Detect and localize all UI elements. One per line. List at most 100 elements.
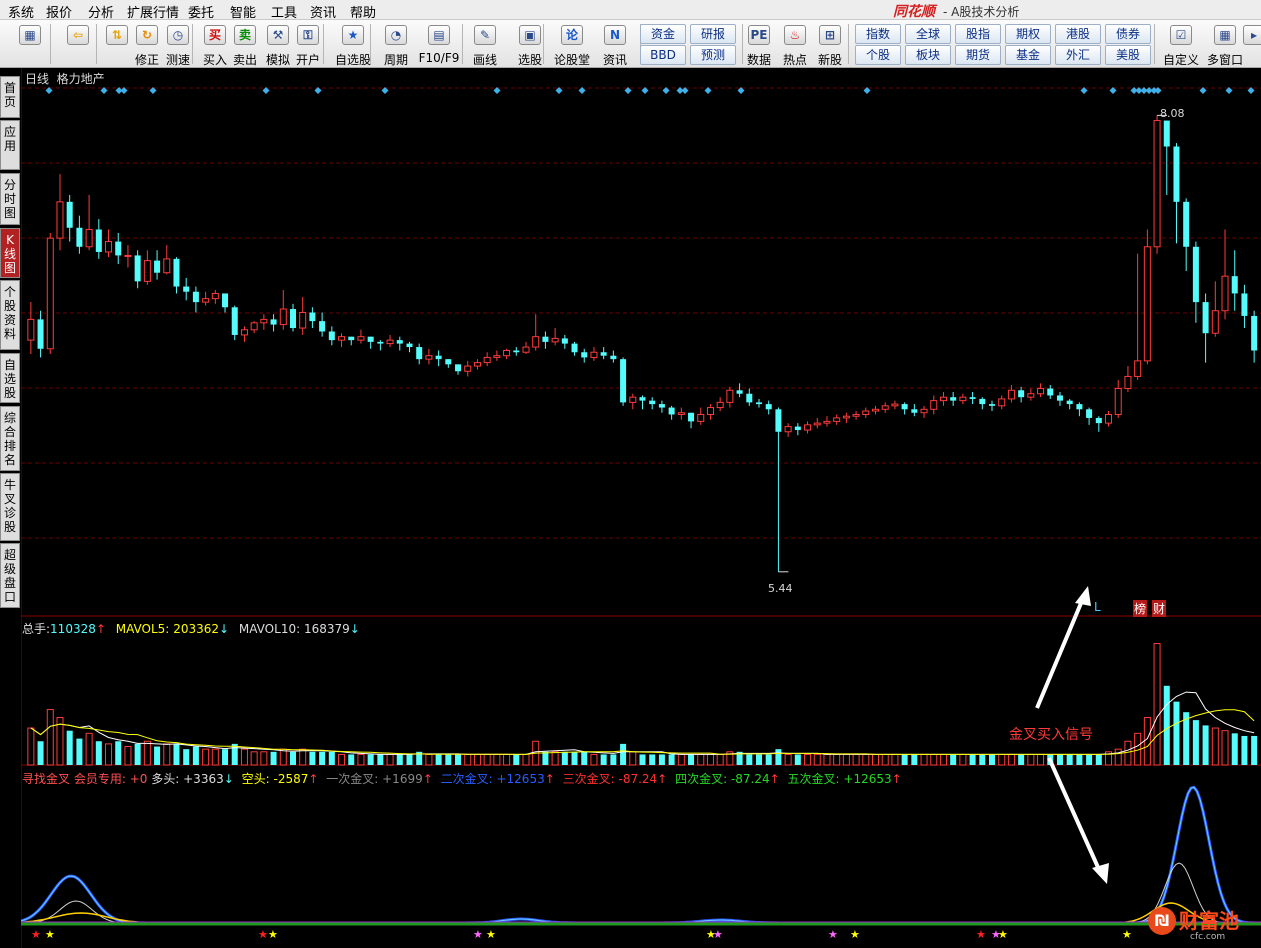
toolbar-separator bbox=[848, 24, 849, 64]
toolbar-button[interactable]: ▤ F10/F9 bbox=[418, 22, 460, 66]
up-arrow-icon: ↑ bbox=[544, 772, 555, 786]
market-button[interactable]: 期权 bbox=[1005, 24, 1051, 44]
candle-body bbox=[871, 408, 880, 412]
toolbar-button[interactable]: ▣ 选股 bbox=[510, 22, 550, 67]
side-tab[interactable]: 个股资料 bbox=[0, 280, 20, 350]
up-arrow-icon: ↑ bbox=[422, 772, 433, 786]
toolbar-button[interactable]: 买买入 bbox=[201, 22, 229, 67]
side-tab[interactable]: 自选股 bbox=[0, 353, 20, 403]
volume-bar bbox=[1231, 733, 1238, 765]
menu-item[interactable]: 智能 bbox=[230, 2, 256, 21]
candle-body bbox=[328, 331, 335, 341]
bang-marker[interactable]: 榜 bbox=[1133, 600, 1148, 617]
toolbar-button[interactable]: ⇦ bbox=[58, 22, 98, 66]
side-tab[interactable]: 首页 bbox=[0, 76, 20, 118]
toolbar-button[interactable]: ★ 自选股 bbox=[331, 22, 375, 67]
l-marker[interactable]: L bbox=[1094, 600, 1101, 614]
volume-bar bbox=[211, 748, 219, 766]
ma-button[interactable]: 均线 bbox=[1222, 70, 1246, 87]
watermark-text: 财富池 bbox=[1179, 909, 1239, 933]
volume-bar bbox=[46, 709, 54, 766]
menu-item[interactable]: 分析 bbox=[88, 2, 114, 21]
member-val: +0 bbox=[129, 772, 148, 786]
toolbar-button[interactable]: ▦ bbox=[12, 22, 48, 66]
candle-body bbox=[425, 355, 433, 360]
exrights-button[interactable]: 除 bbox=[1252, 70, 1261, 87]
toolbar-button[interactable]: ✎ 画线 bbox=[467, 22, 503, 67]
add-watchlist-button[interactable]: 加自选 bbox=[1180, 70, 1216, 87]
toolbar-button[interactable]: ⚿ 开户 bbox=[294, 22, 322, 67]
toolbar-button[interactable]: 卖卖出 bbox=[231, 22, 259, 67]
up-down-arrows-icon: ⇅ bbox=[106, 25, 128, 45]
volume-bar bbox=[231, 743, 238, 765]
menu-item[interactable]: 报价 bbox=[46, 2, 72, 21]
side-tab[interactable]: 分时图 bbox=[0, 173, 20, 225]
menu-item[interactable]: 系统 bbox=[8, 2, 34, 21]
volume-bar bbox=[1124, 740, 1132, 766]
candle-body bbox=[289, 309, 296, 329]
cai-marker[interactable]: 财 bbox=[1152, 600, 1167, 617]
volume-bar bbox=[1018, 754, 1025, 765]
toolbar-icon: 卖 bbox=[234, 25, 256, 45]
mavol10: 168379 bbox=[303, 622, 350, 636]
market-button[interactable]: 全球 bbox=[905, 24, 951, 44]
candle-body bbox=[668, 407, 675, 415]
market-button[interactable]: 板块 bbox=[905, 45, 951, 65]
volume-bar bbox=[483, 753, 491, 766]
side-tab[interactable]: K线图 bbox=[0, 228, 20, 278]
candle-body bbox=[1095, 417, 1102, 424]
volume-bar bbox=[37, 741, 44, 765]
side-tab[interactable]: 综合排名 bbox=[0, 406, 20, 471]
market-button[interactable]: 债券 bbox=[1105, 24, 1151, 44]
toolbar-button[interactable]: ▸ bbox=[1243, 22, 1261, 66]
toolbar-button[interactable]: N 资讯 bbox=[598, 22, 632, 67]
toolbar-button[interactable]: ⇅ bbox=[103, 22, 131, 66]
menu-item[interactable]: 工具 bbox=[271, 2, 297, 21]
market-button[interactable]: 期货 bbox=[955, 45, 1001, 65]
market-button[interactable]: 股指 bbox=[955, 24, 1001, 44]
market-button[interactable]: 个股 bbox=[855, 45, 901, 65]
candle-body bbox=[911, 409, 918, 413]
side-tab[interactable]: 应用 bbox=[0, 120, 20, 170]
toolbar-button[interactable]: ↻ 修正 bbox=[133, 22, 161, 67]
side-tab[interactable]: 牛叉诊股 bbox=[0, 473, 20, 541]
toolbar-button[interactable]: ⊞ 新股 bbox=[815, 22, 845, 67]
toolbar-data-button[interactable]: 研报 bbox=[690, 24, 736, 44]
candle-body bbox=[503, 350, 511, 357]
toolbar-button[interactable]: ☑ 自定义 bbox=[1160, 22, 1202, 67]
candle-body bbox=[746, 393, 753, 403]
toolbar-button[interactable]: ◔ 周期 bbox=[378, 22, 414, 67]
candle-body bbox=[833, 417, 841, 422]
toolbar-button[interactable]: ⚒ 模拟 bbox=[263, 22, 293, 67]
volume-bar bbox=[1173, 701, 1180, 765]
market-button[interactable]: 美股 bbox=[1105, 45, 1151, 65]
toolbar-button[interactable]: ▦ 多窗口 bbox=[1204, 22, 1246, 67]
menu-item[interactable]: 资讯 bbox=[310, 2, 336, 21]
toolbar-label: 卖出 bbox=[232, 53, 257, 67]
menu-item[interactable]: 扩展行情 bbox=[127, 2, 179, 21]
toolbar-button[interactable]: 论论股堂 bbox=[553, 22, 591, 67]
menu-item[interactable]: 委托 bbox=[188, 2, 214, 21]
menu-item[interactable]: 帮助 bbox=[350, 2, 376, 21]
toolbar-data-button[interactable]: 预测 bbox=[690, 45, 736, 65]
candle-body bbox=[134, 255, 141, 282]
toolbar-data-button[interactable]: 资金 bbox=[640, 24, 686, 44]
c3-label: 三次金叉: bbox=[562, 772, 615, 786]
side-tab[interactable]: 超级盘口 bbox=[0, 543, 20, 608]
toolbar-button[interactable]: PE 数据 bbox=[745, 22, 773, 67]
volume-bar bbox=[716, 753, 724, 766]
toolbar-button[interactable]: ◷ 测速 bbox=[163, 22, 193, 67]
market-button[interactable]: 指数 bbox=[855, 24, 901, 44]
candle-body bbox=[143, 260, 151, 282]
market-button[interactable]: 外汇 bbox=[1055, 45, 1101, 65]
toolbar-button[interactable]: ♨ 热点 bbox=[781, 22, 809, 67]
volume-bar bbox=[1163, 685, 1170, 765]
toolbar-data-button[interactable]: BBD bbox=[640, 45, 686, 65]
volume-bar bbox=[192, 746, 199, 765]
volume-bar bbox=[154, 746, 161, 765]
app-title: - A股技术分析 bbox=[943, 5, 1020, 19]
ipo-icon: ⊞ bbox=[819, 25, 841, 45]
market-button[interactable]: 基金 bbox=[1005, 45, 1051, 65]
chart-area[interactable]: ★ ★ ★ ★ ★ ★ ★★ ★ ★ ★ ★★ ★ bbox=[21, 68, 1261, 948]
market-button[interactable]: 港股 bbox=[1055, 24, 1101, 44]
